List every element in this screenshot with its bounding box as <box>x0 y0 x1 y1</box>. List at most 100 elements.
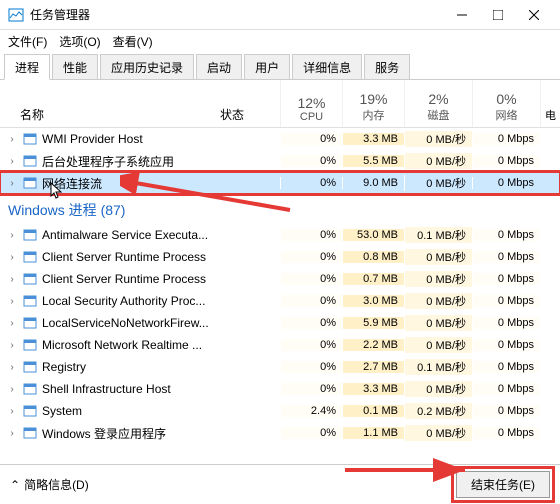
cell-mem: 2.7 MB <box>342 361 404 373</box>
expand-icon[interactable]: › <box>6 178 18 189</box>
cell-cpu: 0% <box>280 339 342 351</box>
cell-net: 0 Mbps <box>472 405 540 417</box>
process-icon <box>22 131 38 147</box>
process-name: 网络连接流 <box>42 175 102 192</box>
process-name: 后台处理程序子系统应用 <box>42 153 174 170</box>
cell-mem: 3.3 MB <box>342 133 404 145</box>
expand-icon[interactable]: › <box>6 406 18 417</box>
tab-3[interactable]: 启动 <box>196 54 242 79</box>
cell-cpu: 0% <box>280 251 342 263</box>
cell-cpu: 0% <box>280 273 342 285</box>
menu-view[interactable]: 查看(V) <box>113 33 153 50</box>
table-row[interactable]: ›WMI Provider Host0%3.3 MB0 MB/秒0 Mbps <box>0 128 560 150</box>
cell-net: 0 Mbps <box>472 133 540 145</box>
cell-net: 0 Mbps <box>472 339 540 351</box>
expand-icon[interactable]: › <box>6 384 18 395</box>
table-row[interactable]: ›Windows 登录应用程序0%1.1 MB0 MB/秒0 Mbps <box>0 422 560 444</box>
cell-net: 0 Mbps <box>472 361 540 373</box>
process-name: Registry <box>42 360 86 374</box>
tab-6[interactable]: 服务 <box>364 54 410 79</box>
expand-icon[interactable]: › <box>6 428 18 439</box>
cell-mem: 3.0 MB <box>342 295 404 307</box>
end-task-button[interactable]: 结束任务(E) <box>456 471 550 498</box>
cell-cpu: 0% <box>280 383 342 395</box>
cell-net: 0 Mbps <box>472 317 540 329</box>
process-icon <box>22 337 38 353</box>
cell-mem: 9.0 MB <box>342 177 404 189</box>
tab-1[interactable]: 性能 <box>52 54 98 79</box>
cell-net: 0 Mbps <box>472 295 540 307</box>
cell-cpu: 0% <box>280 427 342 439</box>
app-icon <box>8 7 24 23</box>
cell-disk: 0 MB/秒 <box>404 249 472 265</box>
table-row[interactable]: ›Client Server Runtime Process0%0.8 MB0 … <box>0 246 560 268</box>
cell-net: 0 Mbps <box>472 155 540 167</box>
cell-disk: 0 MB/秒 <box>404 153 472 169</box>
cell-cpu: 2.4% <box>280 405 342 417</box>
expand-icon[interactable]: › <box>6 274 18 285</box>
menu-options[interactable]: 选项(O) <box>59 33 100 50</box>
table-row[interactable]: ›Client Server Runtime Process0%0.7 MB0 … <box>0 268 560 290</box>
cell-disk: 0 MB/秒 <box>404 293 472 309</box>
process-icon <box>22 403 38 419</box>
column-last[interactable]: 电 <box>540 80 560 127</box>
expand-icon[interactable]: › <box>6 296 18 307</box>
process-icon <box>22 227 38 243</box>
cell-disk: 0 MB/秒 <box>404 131 472 147</box>
column-disk[interactable]: 2% 磁盘 <box>404 80 472 127</box>
process-icon <box>22 359 38 375</box>
table-row[interactable]: ›后台处理程序子系统应用0%5.5 MB0 MB/秒0 Mbps <box>0 150 560 172</box>
chevron-up-icon: ⌃ <box>10 478 20 492</box>
table-row[interactable]: ›System2.4%0.1 MB0.2 MB/秒0 Mbps <box>0 400 560 422</box>
expand-icon[interactable]: › <box>6 252 18 263</box>
tab-4[interactable]: 用户 <box>244 54 290 79</box>
column-cpu[interactable]: 12% CPU <box>280 80 342 127</box>
column-memory[interactable]: 19% 内存 <box>342 80 404 127</box>
expand-icon[interactable]: › <box>6 362 18 373</box>
expand-icon[interactable]: › <box>6 134 18 145</box>
cell-disk: 0 MB/秒 <box>404 425 472 441</box>
cell-cpu: 0% <box>280 361 342 373</box>
process-icon <box>22 271 38 287</box>
table-row[interactable]: ›Microsoft Network Realtime ...0%2.2 MB0… <box>0 334 560 356</box>
cell-mem: 5.5 MB <box>342 155 404 167</box>
maximize-button[interactable] <box>480 0 516 29</box>
close-button[interactable] <box>516 0 552 29</box>
cell-cpu: 0% <box>280 229 342 241</box>
tab-2[interactable]: 应用历史记录 <box>100 54 194 79</box>
process-name: Client Server Runtime Process <box>42 250 206 264</box>
table-row[interactable]: ›Antimalware Service Executa...0%53.0 MB… <box>0 224 560 246</box>
process-icon <box>22 153 38 169</box>
table-row[interactable]: ›LocalServiceNoNetworkFirew...0%5.9 MB0 … <box>0 312 560 334</box>
table-row[interactable]: ›网络连接流0%9.0 MB0 MB/秒0 Mbps <box>0 172 560 194</box>
cell-net: 0 Mbps <box>472 177 540 189</box>
fewer-details-toggle[interactable]: ⌃ 简略信息(D) <box>10 476 89 493</box>
column-network[interactable]: 0% 网络 <box>472 80 540 127</box>
cell-disk: 0.1 MB/秒 <box>404 359 472 375</box>
column-status[interactable]: 状态 <box>220 80 280 127</box>
process-name: Antimalware Service Executa... <box>42 228 208 242</box>
tab-5[interactable]: 详细信息 <box>292 54 362 79</box>
menu-file[interactable]: 文件(F) <box>8 33 47 50</box>
table-row[interactable]: ›Shell Infrastructure Host0%3.3 MB0 MB/秒… <box>0 378 560 400</box>
expand-icon[interactable]: › <box>6 230 18 241</box>
window-title: 任务管理器 <box>30 6 444 23</box>
table-row[interactable]: ›Local Security Authority Proc...0%3.0 M… <box>0 290 560 312</box>
cell-cpu: 0% <box>280 295 342 307</box>
cell-cpu: 0% <box>280 133 342 145</box>
chevron-down-icon[interactable]: ⌄ <box>158 62 166 73</box>
cell-mem: 0.1 MB <box>342 405 404 417</box>
expand-icon[interactable]: › <box>6 318 18 329</box>
tab-0[interactable]: 进程 <box>4 54 50 80</box>
process-name: LocalServiceNoNetworkFirew... <box>42 316 209 330</box>
minimize-button[interactable] <box>444 0 480 29</box>
table-row[interactable]: › Registry 0%2.7 MB0.1 MB/秒0 Mbps <box>0 356 560 378</box>
expand-icon[interactable]: › <box>6 156 18 167</box>
cell-net: 0 Mbps <box>472 251 540 263</box>
cell-cpu: 0% <box>280 317 342 329</box>
cell-mem: 0.7 MB <box>342 273 404 285</box>
group-header: Windows 进程 (87) <box>0 194 560 224</box>
column-name[interactable]: 名称 <box>20 106 212 123</box>
process-icon <box>22 381 38 397</box>
expand-icon[interactable]: › <box>6 340 18 351</box>
